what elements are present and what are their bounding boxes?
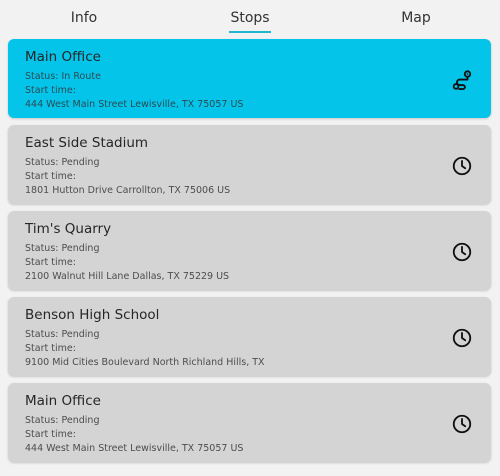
stop-address: 444 West Main Street Lewisville, TX 7505… (25, 99, 244, 110)
stop-card[interactable]: Tim's Quarry Status: Pending Start time:… (8, 211, 491, 290)
stop-start-time: Start time: (25, 429, 76, 440)
active-tab-indicator (229, 31, 271, 33)
stop-status: Status: In Route (25, 71, 101, 82)
stop-title: Main Office (25, 393, 101, 409)
stop-start-time: Start time: (25, 257, 76, 268)
stop-address: 9100 Mid Cities Boulevard North Richland… (25, 357, 265, 368)
clock-icon[interactable] (451, 413, 473, 435)
tab-map[interactable]: Map (378, 0, 454, 36)
tab-bar: Info Stops Map (0, 0, 500, 36)
stop-card[interactable]: East Side Stadium Status: Pending Start … (8, 125, 491, 204)
stop-start-time: Start time: (25, 171, 76, 182)
stop-title: East Side Stadium (25, 135, 149, 151)
stop-card[interactable]: Main Office Status: Pending Start time: … (8, 383, 491, 462)
stop-address: 444 West Main Street Lewisville, TX 7505… (25, 443, 244, 454)
stop-card[interactable]: Benson High School Status: Pending Start… (8, 297, 491, 376)
clock-icon[interactable] (451, 327, 473, 349)
tab-info[interactable]: Info (46, 0, 122, 36)
stop-card[interactable]: Main Office Status: In Route Start time:… (8, 39, 491, 118)
stop-status: Status: Pending (25, 243, 100, 254)
stop-address: 2100 Walnut Hill Lane Dallas, TX 75229 U… (25, 271, 230, 282)
stop-title: Tim's Quarry (25, 221, 112, 237)
stop-start-time: Start time: (25, 85, 76, 96)
stop-title: Main Office (25, 49, 101, 65)
clock-icon[interactable] (451, 241, 473, 263)
stop-address: 1801 Hutton Drive Carrollton, TX 75006 U… (25, 185, 231, 196)
route-icon[interactable] (451, 69, 473, 91)
stop-title: Benson High School (25, 307, 160, 323)
stop-start-time: Start time: (25, 343, 76, 354)
stop-status: Status: Pending (25, 157, 100, 168)
stop-status: Status: Pending (25, 329, 100, 340)
stop-status: Status: Pending (25, 415, 100, 426)
clock-icon[interactable] (451, 155, 473, 177)
